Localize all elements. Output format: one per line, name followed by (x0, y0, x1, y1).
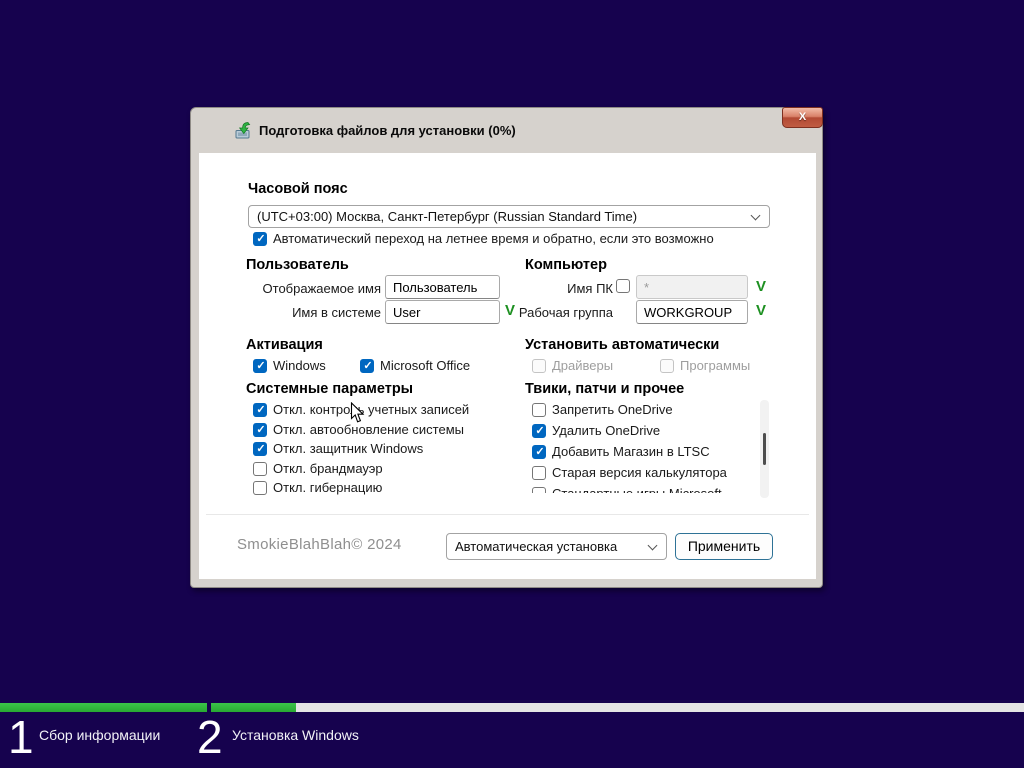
system-params-header: Системные параметры (246, 381, 413, 397)
checkbox-box (616, 279, 630, 293)
checkbox-disable-firewall[interactable]: Откл. брандмауэр (253, 461, 383, 476)
auto-install-header: Установить автоматически (525, 337, 719, 353)
installer-dialog: Подготовка файлов для установки (0%) X Ч… (190, 107, 823, 588)
checkbox-microsoft-games[interactable]: Стандартные игры Microsoft (532, 486, 722, 493)
pc-name-checkbox[interactable] (616, 279, 630, 293)
checkbox-disable-uac[interactable]: Откл. контроль учетных записей (253, 402, 469, 417)
dialog-titlebar: Подготовка файлов для установки (0%) X (191, 108, 822, 153)
activation-windows-checkbox[interactable]: Windows (253, 358, 326, 373)
checkbox-box (532, 466, 546, 480)
tweaks-header: Твики, патчи и прочее (525, 381, 684, 397)
user-header: Пользователь (246, 257, 349, 273)
pc-name-label: Имя ПК (429, 281, 613, 296)
tweaks-list: Запретить OneDrive Удалить OneDrive Доба… (525, 399, 753, 493)
dst-checkbox[interactable]: Автоматический переход на летнее время и… (253, 231, 714, 246)
dialog-title: Подготовка файлов для установки (0%) (259, 123, 516, 138)
dialog-content: Часовой пояс (UTC+03:00) Москва, Санкт-П… (199, 153, 816, 579)
step2-progress-fill (211, 703, 296, 712)
install-mode-select[interactable]: Автоматическая установка (446, 533, 667, 560)
checkbox-add-store-ltsc[interactable]: Добавить Магазин в LTSC (532, 444, 710, 459)
system-name-label: Имя в системе (199, 305, 381, 320)
checkbox-old-calculator[interactable]: Старая версия калькулятора (532, 465, 727, 480)
checkbox-box (660, 359, 674, 373)
workgroup-valid-mark: V (756, 302, 766, 319)
workgroup-label: Рабочая группа (429, 305, 613, 320)
computer-header: Компьютер (525, 257, 607, 273)
checkbox-box (253, 481, 267, 495)
auto-install-drivers-checkbox: Драйверы (532, 358, 613, 373)
checkbox-box (253, 232, 267, 246)
checkbox-box (360, 359, 374, 373)
activation-office-checkbox[interactable]: Microsoft Office (360, 358, 470, 373)
apply-button[interactable]: Применить (675, 533, 773, 560)
auto-install-programs-checkbox: Программы (660, 358, 750, 373)
close-button[interactable]: X (782, 107, 823, 128)
checkbox-box (532, 403, 546, 417)
setup-screen: Подготовка файлов для установки (0%) X Ч… (0, 0, 1024, 768)
checkbox-box (253, 403, 267, 417)
checkbox-box (532, 359, 546, 373)
checkbox-block-onedrive[interactable]: Запретить OneDrive (532, 402, 673, 417)
step2-label: Установка Windows (232, 727, 359, 743)
timezone-selected-value: (UTC+03:00) Москва, Санкт-Петербург (Rus… (257, 209, 637, 224)
tweaks-scrollbar[interactable] (760, 400, 769, 498)
timezone-header: Часовой пояс (248, 181, 348, 197)
install-arrow-icon (234, 121, 253, 140)
dst-label: Автоматический переход на летнее время и… (273, 231, 714, 246)
install-mode-value: Автоматическая установка (455, 539, 617, 554)
checkbox-remove-onedrive[interactable]: Удалить OneDrive (532, 423, 660, 438)
workgroup-input[interactable] (636, 300, 748, 324)
step2-number: 2 (197, 712, 223, 763)
checkbox-box (253, 462, 267, 476)
step1-number: 1 (8, 712, 34, 763)
checkbox-box (253, 359, 267, 373)
checkbox-box (532, 487, 546, 494)
checkbox-disable-updates[interactable]: Откл. автообновление системы (253, 422, 464, 437)
checkbox-box (253, 442, 267, 456)
step1-label: Сбор информации (39, 727, 160, 743)
display-name-label: Отображаемое имя (199, 281, 381, 296)
scrollbar-thumb[interactable] (763, 433, 766, 465)
step2-progress-bar (211, 703, 1024, 712)
footer-separator (206, 514, 809, 515)
checkbox-box (532, 424, 546, 438)
checkbox-disable-defender[interactable]: Откл. защитник Windows (253, 441, 423, 456)
chevron-down-icon (751, 210, 761, 220)
activation-header: Активация (246, 337, 323, 353)
checkbox-box (532, 445, 546, 459)
pc-name-input[interactable] (636, 275, 748, 299)
copyright-text: SmokieBlahBlah© 2024 (237, 536, 402, 553)
pc-name-valid-mark: V (756, 278, 766, 295)
checkbox-disable-hibernation[interactable]: Откл. гибернацию (253, 480, 382, 495)
chevron-down-icon (648, 540, 658, 550)
timezone-select[interactable]: (UTC+03:00) Москва, Санкт-Петербург (Rus… (248, 205, 770, 228)
checkbox-box (253, 423, 267, 437)
